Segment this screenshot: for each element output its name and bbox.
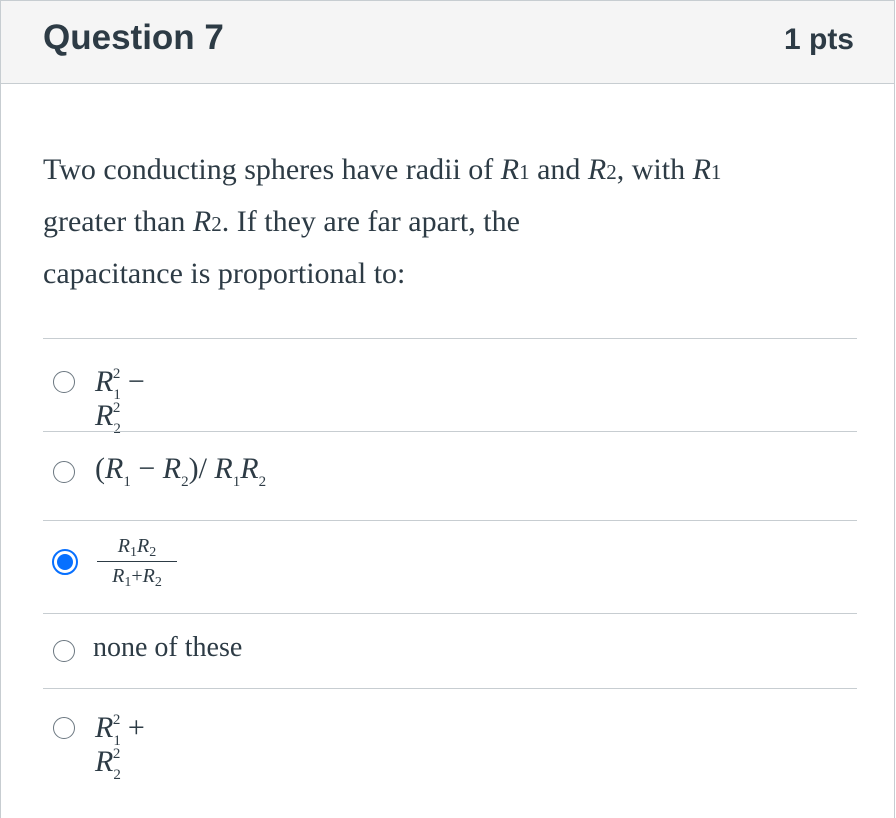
radio-button[interactable] <box>53 640 75 662</box>
fraction-denominator: R1+R2 <box>97 561 177 590</box>
question-header: Question 7 1 pts <box>1 0 894 84</box>
subscript: 1 <box>519 160 530 184</box>
answer-formula: R12 − R22 <box>95 365 145 437</box>
question-text-segment: greater than <box>43 205 193 238</box>
answer-formula: R12 + R22 <box>95 711 145 783</box>
question-text-segment: Two conducting spheres have radii of <box>43 153 501 186</box>
var-r: R <box>192 205 212 238</box>
answer-option-c[interactable]: R1R2 R1+R2 <box>43 521 857 613</box>
answer-option-b[interactable]: (R1 − R2)/ R1R2 <box>43 432 857 520</box>
radio-button[interactable] <box>53 717 75 739</box>
question-text-segment: , with <box>616 153 693 186</box>
answer-label: none of these <box>93 632 243 663</box>
var-r: R <box>587 153 607 186</box>
var-r: R <box>692 153 711 186</box>
answer-option-e[interactable]: R12 + R22 <box>43 689 857 783</box>
radio-button[interactable] <box>53 461 75 483</box>
subscript: 1 <box>710 160 722 184</box>
answer-fraction: R1R2 R1+R2 <box>97 535 177 590</box>
question-points: 1 pts <box>783 23 854 56</box>
question-card: Question 7 1 pts Two conducting spheres … <box>0 0 895 818</box>
question-text-segment: . If they are far apart, the <box>221 205 520 238</box>
question-text: Two conducting spheres have radii of R1 … <box>43 145 803 298</box>
question-title: Question 7 <box>43 18 224 57</box>
var-r: R <box>500 153 520 186</box>
radio-button-selected[interactable] <box>52 549 78 575</box>
subscript: 2 <box>606 160 617 184</box>
answer-formula: (R1 − R2)/ R1R2 <box>95 452 267 490</box>
question-text-segment: and <box>529 153 588 186</box>
subscript: 2 <box>211 212 222 236</box>
radio-button[interactable] <box>53 371 75 393</box>
question-text-segment: capacitance is proportional to: <box>43 257 406 290</box>
answer-option-d[interactable]: none of these <box>43 614 857 688</box>
fraction-numerator: R1R2 <box>117 535 157 560</box>
answer-option-a[interactable]: R12 − R22 <box>43 339 857 437</box>
